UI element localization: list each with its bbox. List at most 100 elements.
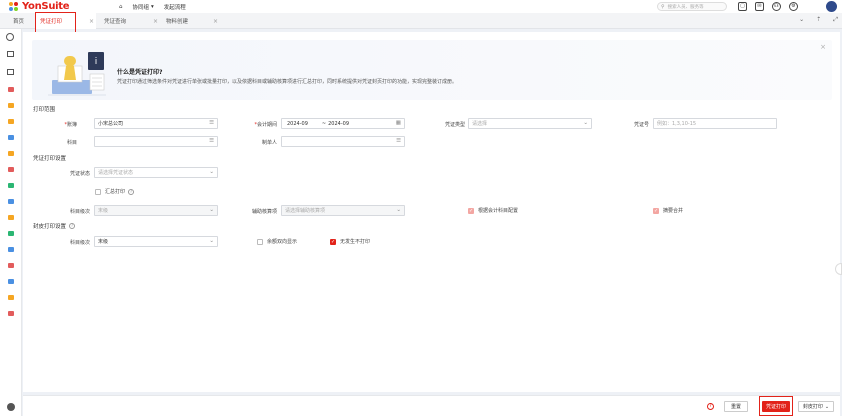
tab-highlight-box: [35, 12, 76, 33]
checkbox-box[interactable]: [257, 238, 263, 245]
cover-subject-level-value: 末级: [98, 239, 109, 245]
help-icon[interactable]: ?: [707, 403, 714, 410]
voucher-no-input[interactable]: 例如：1,3,10-15: [653, 118, 777, 129]
subject-label: 科目: [66, 140, 77, 146]
app-icon[interactable]: [8, 87, 14, 92]
chevron-down-icon: ⌄: [583, 120, 588, 126]
svg-text:i: i: [95, 57, 98, 67]
subject-field[interactable]: ☰: [94, 136, 218, 147]
status-select[interactable]: 请选择凭证状态 ⌄: [94, 167, 218, 178]
app-icon[interactable]: [8, 103, 14, 108]
balance-two-way-checkbox[interactable]: 余额双向显示: [257, 238, 297, 245]
close-icon[interactable]: ×: [820, 43, 826, 51]
info-icon[interactable]: ?: [128, 188, 135, 195]
app-icon[interactable]: [8, 231, 14, 236]
tab-material-create-label: 物料创建: [166, 19, 189, 25]
app-icon[interactable]: [8, 167, 14, 172]
side-handle[interactable]: [835, 263, 842, 275]
merge-summary-checkbox[interactable]: ✓ 摘要合并: [653, 207, 683, 214]
close-icon[interactable]: ×: [213, 18, 218, 25]
tab-voucher-query-label: 凭证查询: [104, 19, 127, 25]
search-placeholder: 搜索人员、服务等: [667, 4, 704, 10]
app-icon[interactable]: [8, 311, 14, 316]
tab-voucher-query[interactable]: 凭证查询 ×: [100, 13, 160, 29]
nav-caret-icon: ▾: [151, 3, 154, 10]
aux-select[interactable]: 请选择辅助核算项 ⌄: [281, 205, 405, 216]
chevron-down-icon[interactable]: ⌄: [799, 16, 804, 24]
app-icon[interactable]: [8, 183, 14, 188]
expand-icon[interactable]: ⤢: [833, 16, 838, 24]
app-icon[interactable]: [8, 215, 14, 220]
period-field[interactable]: 2024-09 ~ 2024-09 ▦: [281, 118, 405, 129]
config-by-subject-label: 根据会计科目配置: [478, 208, 519, 214]
status-placeholder: 请选择凭证状态: [98, 170, 134, 176]
cover-subject-level-select[interactable]: 末级 ⌄: [94, 236, 218, 247]
period-to: 2024-09: [328, 120, 350, 127]
no-occurrence-checkbox[interactable]: ✓ 无发生不打印: [330, 238, 370, 245]
home-icon[interactable]: ⌂: [119, 4, 123, 10]
support-icon[interactable]: ☊: [772, 2, 781, 11]
avatar[interactable]: [826, 1, 837, 12]
maker-field[interactable]: ☰: [281, 136, 405, 147]
tab-material-create[interactable]: 物料创建 ×: [162, 13, 220, 29]
chevron-down-icon: ⌄: [209, 169, 214, 175]
checkbox-checked[interactable]: ✓: [468, 207, 474, 214]
logo[interactable]: YonSuite: [9, 1, 89, 12]
chevron-down-icon: ⌄: [396, 207, 401, 213]
account-book-label: *账簿: [64, 122, 77, 128]
voucher-type-select[interactable]: 请选择 ⌄: [468, 118, 592, 129]
subject-level-select[interactable]: 末级 ⌄: [94, 205, 218, 216]
nav-collab[interactable]: 协同组: [133, 3, 150, 11]
collapse-icon[interactable]: [7, 403, 15, 411]
search-icon[interactable]: [6, 33, 14, 41]
tab-home-label: 首页: [13, 19, 25, 25]
checkbox-checked[interactable]: ✓: [653, 207, 659, 214]
close-icon[interactable]: ×: [153, 18, 158, 25]
cover-print-button[interactable]: 封皮打印 ⌄: [798, 401, 834, 412]
illustration-icon: i: [48, 52, 106, 96]
schedule-icon[interactable]: ▢: [738, 2, 747, 11]
calendar-icon[interactable]: ▦: [396, 120, 401, 126]
message-icon[interactable]: ✉: [755, 2, 764, 11]
app-icon[interactable]: [8, 263, 14, 268]
folder-icon[interactable]: [7, 51, 14, 57]
app-icon[interactable]: [8, 119, 14, 124]
list-icon[interactable]: ☰: [209, 120, 214, 126]
left-sidebar: [0, 29, 22, 416]
info-icon[interactable]: ?: [69, 223, 76, 229]
monitor-icon[interactable]: [7, 69, 14, 75]
nav-start-flow[interactable]: 发起流程: [164, 3, 186, 11]
global-search[interactable]: ⚲ 搜索人员、服务等: [657, 2, 727, 11]
summary-print-checkbox[interactable]: 汇总打印 ?: [95, 188, 135, 195]
config-by-subject-checkbox[interactable]: ✓ 根据会计科目配置: [468, 207, 518, 214]
app-icon[interactable]: [8, 279, 14, 284]
chevron-down-icon: ⌄: [824, 403, 830, 410]
voucher-type-placeholder: 请选择: [472, 121, 488, 127]
voucher-print-button[interactable]: 凭证打印: [762, 401, 790, 412]
app-icon[interactable]: [8, 199, 14, 204]
tab-home[interactable]: 首页: [9, 13, 34, 29]
section-print-range: 打印范围: [33, 107, 56, 113]
logo-text: YonSuite: [22, 1, 70, 12]
search-icon: ⚲: [661, 3, 665, 10]
account-book-field[interactable]: 小宋总公司 ☰: [94, 118, 218, 129]
app-icon[interactable]: [8, 247, 14, 252]
close-icon[interactable]: ×: [89, 18, 94, 25]
no-occurrence-label: 无发生不打印: [340, 239, 371, 245]
app-icon[interactable]: [8, 151, 14, 156]
period-from: 2024-09: [287, 120, 308, 127]
list-icon[interactable]: ☰: [209, 138, 214, 144]
subject-level-label: 科目级次: [69, 209, 90, 215]
chevron-down-icon: ⌄: [209, 207, 214, 213]
account-book-value: 小宋总公司: [98, 121, 124, 127]
reset-button[interactable]: 重置: [724, 401, 748, 412]
top-bar: YonSuite ⌂ 协同组 ▾ 发起流程 ⚲ 搜索人员、服务等 ▢ ✉ ☊ ⚙: [0, 0, 842, 13]
settings-icon[interactable]: ⚙: [789, 2, 798, 11]
upload-icon[interactable]: ⇡: [816, 16, 821, 24]
checkbox-box[interactable]: [95, 188, 101, 195]
subject-level-value: 末级: [98, 208, 109, 214]
checkbox-checked[interactable]: ✓: [330, 238, 336, 245]
app-icon[interactable]: [8, 295, 14, 300]
app-icon[interactable]: [8, 135, 14, 140]
list-icon[interactable]: ☰: [396, 138, 401, 144]
